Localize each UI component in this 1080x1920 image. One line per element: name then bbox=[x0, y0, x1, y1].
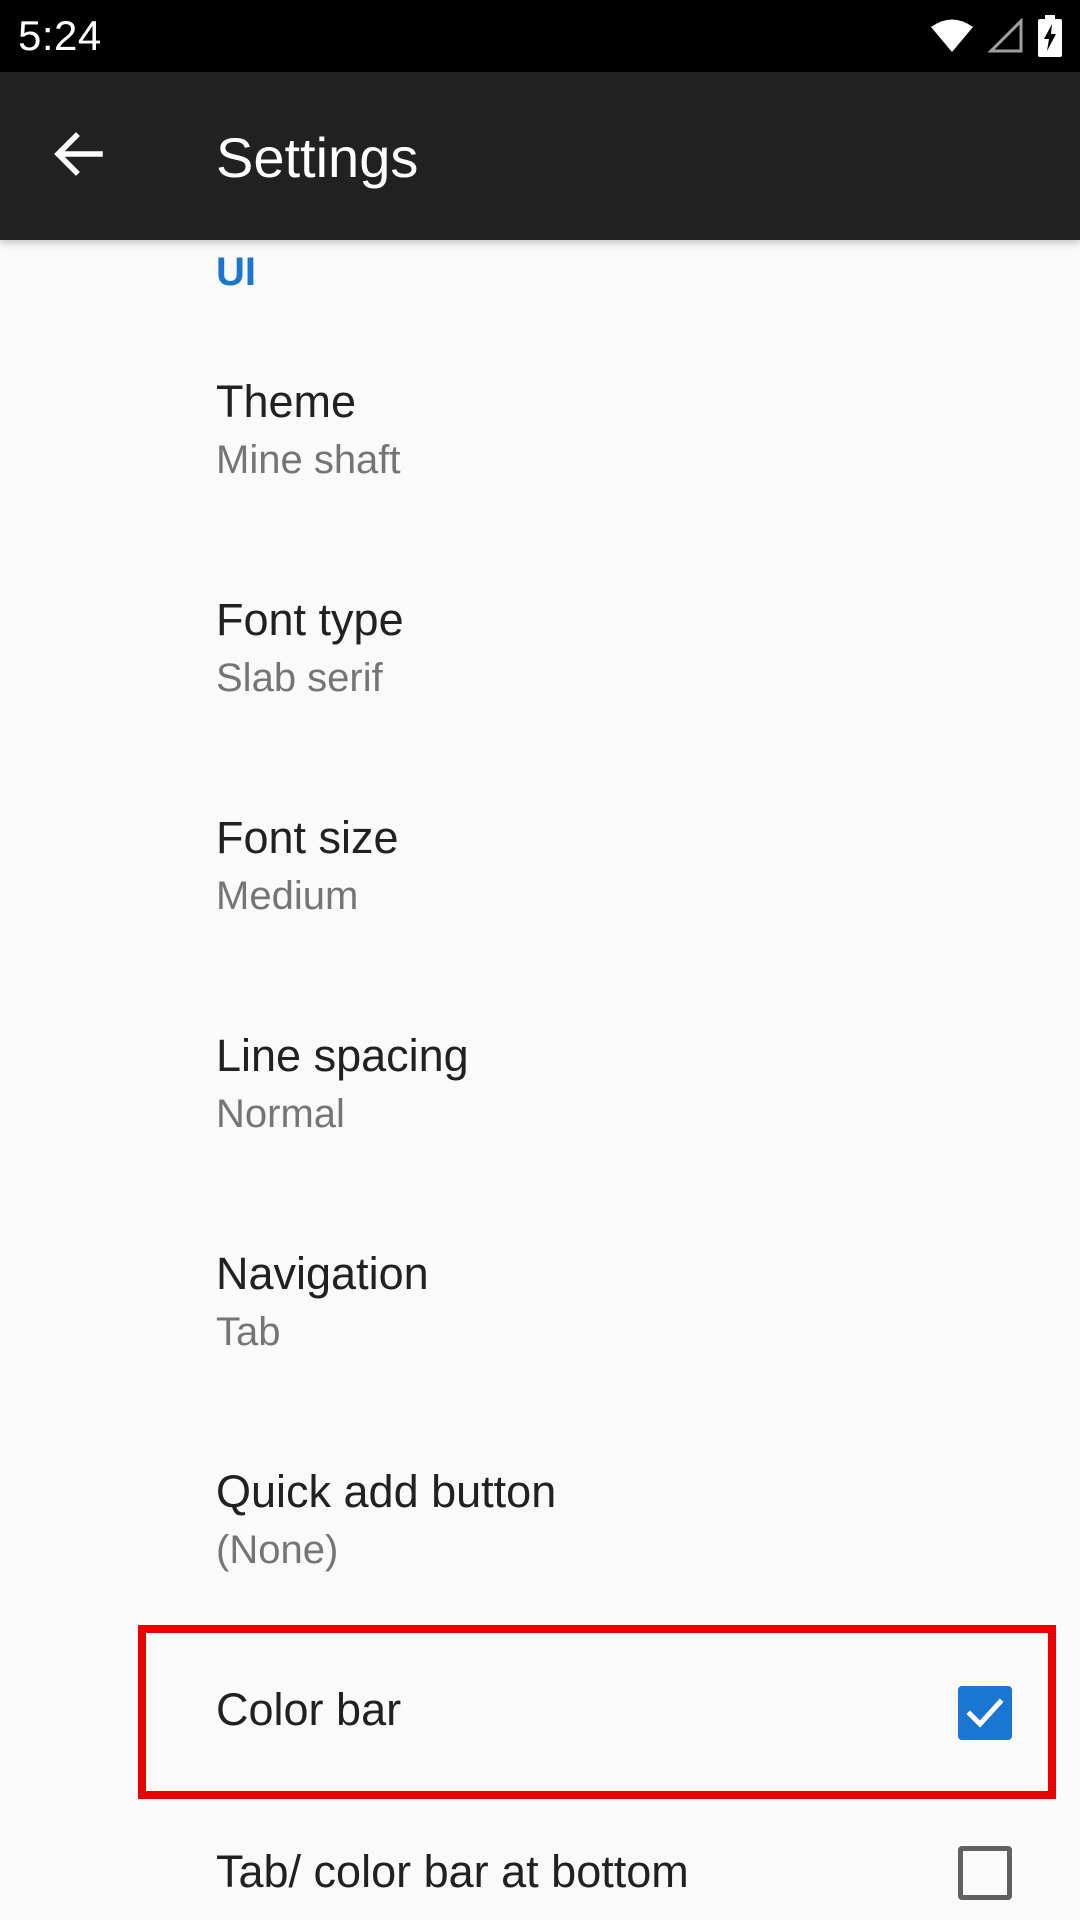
pref-summary: Medium bbox=[216, 874, 359, 918]
status-icons bbox=[930, 14, 1062, 58]
pref-title: Tab/ color bar at bottom bbox=[216, 1846, 689, 1897]
pref-navigation[interactable]: Navigation Tab bbox=[0, 1248, 1080, 1466]
pref-font-size[interactable]: Font size Medium bbox=[0, 812, 1080, 1030]
pref-title: Quick add button bbox=[216, 1466, 557, 1517]
pref-title: Line spacing bbox=[216, 1030, 469, 1081]
color-bar-checkbox[interactable] bbox=[958, 1686, 1012, 1740]
checkmark-icon bbox=[966, 1698, 1004, 1728]
pref-title: Theme bbox=[216, 376, 357, 427]
status-bar: 5:24 bbox=[0, 0, 1080, 72]
pref-color-bar[interactable]: Color bar bbox=[0, 1684, 1080, 1844]
pref-title: Color bar bbox=[216, 1684, 402, 1735]
pref-theme[interactable]: Theme Mine shaft bbox=[0, 376, 1080, 594]
settings-list: UI Theme Mine shaft Font type Slab serif… bbox=[0, 240, 1080, 1920]
pref-title: Font size bbox=[216, 812, 399, 863]
back-button[interactable] bbox=[28, 106, 128, 206]
section-header-ui: UI bbox=[216, 250, 256, 294]
pref-title: Font type bbox=[216, 594, 404, 645]
app-bar: Settings bbox=[0, 72, 1080, 240]
cellular-signal-icon bbox=[988, 18, 1024, 54]
pref-title: Navigation bbox=[216, 1248, 429, 1299]
pref-font-type[interactable]: Font type Slab serif bbox=[0, 594, 1080, 812]
pref-summary: (None) bbox=[216, 1528, 339, 1572]
pref-tab-color-bar-at-bottom[interactable]: Tab/ color bar at bottom bbox=[0, 1846, 1080, 1920]
status-time: 5:24 bbox=[18, 12, 102, 59]
tab-color-bar-at-bottom-checkbox[interactable] bbox=[958, 1846, 1012, 1900]
wifi-icon bbox=[930, 18, 974, 54]
battery-charging-icon bbox=[1038, 15, 1062, 57]
pref-summary: Mine shaft bbox=[216, 438, 401, 482]
pref-summary: Tab bbox=[216, 1310, 281, 1354]
pref-line-spacing[interactable]: Line spacing Normal bbox=[0, 1030, 1080, 1248]
pref-summary: Slab serif bbox=[216, 656, 383, 700]
arrow-left-icon bbox=[52, 128, 104, 185]
page-title: Settings bbox=[216, 126, 419, 189]
pref-quick-add-button[interactable]: Quick add button (None) bbox=[0, 1466, 1080, 1684]
pref-summary: Normal bbox=[216, 1092, 345, 1136]
